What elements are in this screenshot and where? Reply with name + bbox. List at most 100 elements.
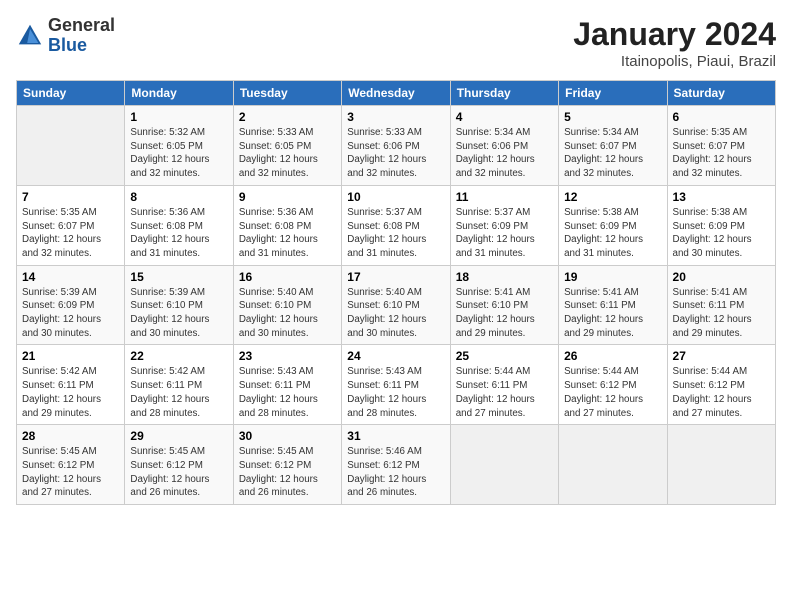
header-sunday: Sunday — [17, 81, 125, 106]
day-number: 18 — [456, 270, 553, 284]
day-number: 28 — [22, 429, 119, 443]
main-title: January 2024 — [573, 16, 776, 53]
calendar-cell: 14 Sunrise: 5:39 AMSunset: 6:09 PMDaylig… — [17, 265, 125, 345]
day-info: Sunrise: 5:43 AMSunset: 6:11 PMDaylight:… — [239, 366, 318, 418]
day-info: Sunrise: 5:44 AMSunset: 6:11 PMDaylight:… — [456, 366, 535, 418]
logo-general-text: General — [48, 16, 115, 36]
day-info: Sunrise: 5:45 AMSunset: 6:12 PMDaylight:… — [130, 446, 209, 498]
day-number: 8 — [130, 190, 227, 204]
day-info: Sunrise: 5:41 AMSunset: 6:11 PMDaylight:… — [673, 287, 752, 339]
logo-blue-text: Blue — [48, 36, 115, 56]
day-number: 12 — [564, 190, 661, 204]
day-info: Sunrise: 5:40 AMSunset: 6:10 PMDaylight:… — [239, 287, 318, 339]
day-number: 7 — [22, 190, 119, 204]
calendar-week-5: 28 Sunrise: 5:45 AMSunset: 6:12 PMDaylig… — [17, 425, 776, 505]
calendar-cell: 8 Sunrise: 5:36 AMSunset: 6:08 PMDayligh… — [125, 185, 233, 265]
day-number: 17 — [347, 270, 444, 284]
calendar-cell: 24 Sunrise: 5:43 AMSunset: 6:11 PMDaylig… — [342, 345, 450, 425]
day-number: 25 — [456, 349, 553, 363]
day-number: 30 — [239, 429, 336, 443]
day-number: 24 — [347, 349, 444, 363]
calendar-cell: 28 Sunrise: 5:45 AMSunset: 6:12 PMDaylig… — [17, 425, 125, 505]
day-number: 27 — [673, 349, 770, 363]
day-number: 5 — [564, 110, 661, 124]
day-number: 23 — [239, 349, 336, 363]
calendar-cell: 2 Sunrise: 5:33 AMSunset: 6:05 PMDayligh… — [233, 106, 341, 186]
calendar-cell: 21 Sunrise: 5:42 AMSunset: 6:11 PMDaylig… — [17, 345, 125, 425]
calendar-week-2: 7 Sunrise: 5:35 AMSunset: 6:07 PMDayligh… — [17, 185, 776, 265]
header-row: General Blue January 2024 Itainopolis, P… — [16, 16, 776, 70]
calendar-cell: 22 Sunrise: 5:42 AMSunset: 6:11 PMDaylig… — [125, 345, 233, 425]
header-friday: Friday — [559, 81, 667, 106]
calendar-cell: 20 Sunrise: 5:41 AMSunset: 6:11 PMDaylig… — [667, 265, 775, 345]
day-info: Sunrise: 5:46 AMSunset: 6:12 PMDaylight:… — [347, 446, 426, 498]
day-info: Sunrise: 5:33 AMSunset: 6:05 PMDaylight:… — [239, 127, 318, 179]
calendar-cell: 5 Sunrise: 5:34 AMSunset: 6:07 PMDayligh… — [559, 106, 667, 186]
calendar-week-1: 1 Sunrise: 5:32 AMSunset: 6:05 PMDayligh… — [17, 106, 776, 186]
day-number: 2 — [239, 110, 336, 124]
calendar-cell: 19 Sunrise: 5:41 AMSunset: 6:11 PMDaylig… — [559, 265, 667, 345]
day-info: Sunrise: 5:37 AMSunset: 6:09 PMDaylight:… — [456, 207, 535, 259]
day-info: Sunrise: 5:39 AMSunset: 6:09 PMDaylight:… — [22, 287, 101, 339]
day-info: Sunrise: 5:45 AMSunset: 6:12 PMDaylight:… — [239, 446, 318, 498]
day-info: Sunrise: 5:44 AMSunset: 6:12 PMDaylight:… — [673, 366, 752, 418]
calendar-cell — [667, 425, 775, 505]
day-number: 31 — [347, 429, 444, 443]
header-tuesday: Tuesday — [233, 81, 341, 106]
day-info: Sunrise: 5:36 AMSunset: 6:08 PMDaylight:… — [239, 207, 318, 259]
calendar-cell: 10 Sunrise: 5:37 AMSunset: 6:08 PMDaylig… — [342, 185, 450, 265]
calendar-week-4: 21 Sunrise: 5:42 AMSunset: 6:11 PMDaylig… — [17, 345, 776, 425]
calendar-cell — [17, 106, 125, 186]
logo: General Blue — [16, 16, 115, 56]
sub-title: Itainopolis, Piaui, Brazil — [573, 53, 776, 70]
day-info: Sunrise: 5:45 AMSunset: 6:12 PMDaylight:… — [22, 446, 101, 498]
calendar-cell: 23 Sunrise: 5:43 AMSunset: 6:11 PMDaylig… — [233, 345, 341, 425]
calendar-body: 1 Sunrise: 5:32 AMSunset: 6:05 PMDayligh… — [17, 106, 776, 505]
calendar-week-3: 14 Sunrise: 5:39 AMSunset: 6:09 PMDaylig… — [17, 265, 776, 345]
day-number: 22 — [130, 349, 227, 363]
calendar-table: Sunday Monday Tuesday Wednesday Thursday… — [16, 80, 776, 505]
calendar-cell: 4 Sunrise: 5:34 AMSunset: 6:06 PMDayligh… — [450, 106, 558, 186]
day-info: Sunrise: 5:37 AMSunset: 6:08 PMDaylight:… — [347, 207, 426, 259]
header-row-days: Sunday Monday Tuesday Wednesday Thursday… — [17, 81, 776, 106]
day-info: Sunrise: 5:43 AMSunset: 6:11 PMDaylight:… — [347, 366, 426, 418]
day-info: Sunrise: 5:34 AMSunset: 6:06 PMDaylight:… — [456, 127, 535, 179]
header-monday: Monday — [125, 81, 233, 106]
calendar-cell: 11 Sunrise: 5:37 AMSunset: 6:09 PMDaylig… — [450, 185, 558, 265]
day-number: 4 — [456, 110, 553, 124]
day-info: Sunrise: 5:32 AMSunset: 6:05 PMDaylight:… — [130, 127, 209, 179]
day-number: 1 — [130, 110, 227, 124]
day-info: Sunrise: 5:42 AMSunset: 6:11 PMDaylight:… — [22, 366, 101, 418]
calendar-cell: 16 Sunrise: 5:40 AMSunset: 6:10 PMDaylig… — [233, 265, 341, 345]
day-info: Sunrise: 5:44 AMSunset: 6:12 PMDaylight:… — [564, 366, 643, 418]
calendar-cell: 3 Sunrise: 5:33 AMSunset: 6:06 PMDayligh… — [342, 106, 450, 186]
calendar-cell: 6 Sunrise: 5:35 AMSunset: 6:07 PMDayligh… — [667, 106, 775, 186]
day-info: Sunrise: 5:39 AMSunset: 6:10 PMDaylight:… — [130, 287, 209, 339]
day-number: 29 — [130, 429, 227, 443]
title-block: January 2024 Itainopolis, Piaui, Brazil — [573, 16, 776, 70]
calendar-cell: 13 Sunrise: 5:38 AMSunset: 6:09 PMDaylig… — [667, 185, 775, 265]
day-number: 19 — [564, 270, 661, 284]
calendar-cell: 27 Sunrise: 5:44 AMSunset: 6:12 PMDaylig… — [667, 345, 775, 425]
day-info: Sunrise: 5:35 AMSunset: 6:07 PMDaylight:… — [673, 127, 752, 179]
calendar-cell — [450, 425, 558, 505]
day-number: 14 — [22, 270, 119, 284]
day-info: Sunrise: 5:41 AMSunset: 6:11 PMDaylight:… — [564, 287, 643, 339]
calendar-cell: 30 Sunrise: 5:45 AMSunset: 6:12 PMDaylig… — [233, 425, 341, 505]
day-number: 11 — [456, 190, 553, 204]
day-number: 3 — [347, 110, 444, 124]
header-wednesday: Wednesday — [342, 81, 450, 106]
day-info: Sunrise: 5:36 AMSunset: 6:08 PMDaylight:… — [130, 207, 209, 259]
logo-text: General Blue — [48, 16, 115, 56]
day-number: 6 — [673, 110, 770, 124]
calendar-cell: 18 Sunrise: 5:41 AMSunset: 6:10 PMDaylig… — [450, 265, 558, 345]
calendar-cell: 26 Sunrise: 5:44 AMSunset: 6:12 PMDaylig… — [559, 345, 667, 425]
calendar-cell: 9 Sunrise: 5:36 AMSunset: 6:08 PMDayligh… — [233, 185, 341, 265]
day-info: Sunrise: 5:41 AMSunset: 6:10 PMDaylight:… — [456, 287, 535, 339]
day-number: 16 — [239, 270, 336, 284]
day-info: Sunrise: 5:33 AMSunset: 6:06 PMDaylight:… — [347, 127, 426, 179]
day-number: 10 — [347, 190, 444, 204]
calendar-cell — [559, 425, 667, 505]
header-thursday: Thursday — [450, 81, 558, 106]
day-info: Sunrise: 5:35 AMSunset: 6:07 PMDaylight:… — [22, 207, 101, 259]
